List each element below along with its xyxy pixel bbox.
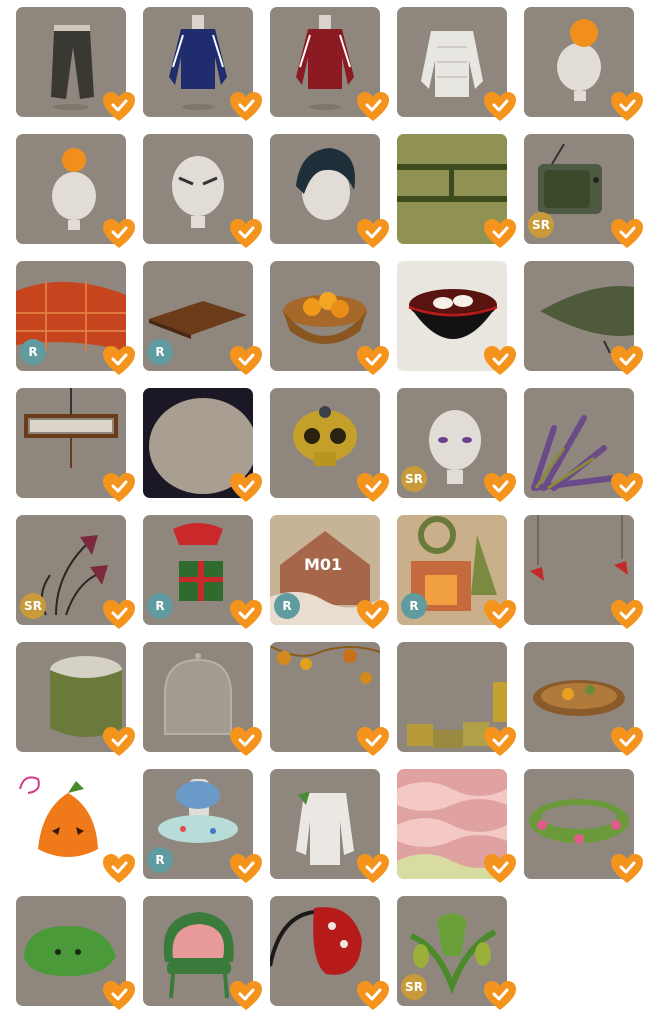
favorite-check-heart-icon[interactable] [102,91,136,123]
favorite-check-heart-icon[interactable] [102,726,136,758]
favorite-check-heart-icon[interactable] [356,472,390,504]
favorite-check-heart-icon[interactable] [356,726,390,758]
favorite-check-heart-icon[interactable] [483,91,517,123]
favorite-check-heart-icon[interactable] [229,218,263,250]
favorite-check-heart-icon[interactable] [610,599,644,631]
favorite-check-heart-icon[interactable] [483,726,517,758]
favorite-check-heart-icon[interactable] [483,345,517,377]
favorite-check-heart-icon[interactable] [610,472,644,504]
favorite-check-heart-icon[interactable] [229,91,263,123]
favorite-check-heart-icon[interactable] [356,91,390,123]
favorite-check-heart-icon[interactable] [102,345,136,377]
favorite-check-heart-icon[interactable] [229,980,263,1012]
background-code-label: M01 [304,555,343,574]
favorite-check-heart-icon[interactable] [356,980,390,1012]
favorite-check-heart-icon[interactable] [483,472,517,504]
favorite-check-heart-icon[interactable] [483,599,517,631]
rarity-badge: SR [401,974,427,1000]
favorite-check-heart-icon[interactable] [610,345,644,377]
rarity-badge: R [274,593,300,619]
favorite-check-heart-icon[interactable] [229,472,263,504]
rarity-badge: SR [401,466,427,492]
favorite-check-heart-icon[interactable] [356,853,390,885]
rarity-badge: R [147,593,173,619]
rarity-badge: SR [20,593,46,619]
favorite-check-heart-icon[interactable] [610,853,644,885]
favorite-check-heart-icon[interactable] [610,218,644,250]
favorite-check-heart-icon[interactable] [483,980,517,1012]
favorite-check-heart-icon[interactable] [102,218,136,250]
favorite-check-heart-icon[interactable] [229,726,263,758]
rarity-badge: SR [528,212,554,238]
favorite-check-heart-icon[interactable] [229,345,263,377]
rarity-badge: R [147,339,173,365]
favorite-check-heart-icon[interactable] [483,853,517,885]
rarity-badge: R [401,593,427,619]
favorite-check-heart-icon[interactable] [483,218,517,250]
favorite-check-heart-icon[interactable] [229,599,263,631]
favorite-check-heart-icon[interactable] [102,980,136,1012]
empty-slot [524,896,634,1006]
rarity-badge: R [147,847,173,873]
rarity-badge: R [20,339,46,365]
favorite-check-heart-icon[interactable] [229,853,263,885]
favorite-check-heart-icon[interactable] [356,599,390,631]
favorite-check-heart-icon[interactable] [356,345,390,377]
item-grid: SR R R SR SR R M01 R R R SR [0,0,653,1024]
favorite-check-heart-icon[interactable] [102,472,136,504]
favorite-check-heart-icon[interactable] [610,726,644,758]
favorite-check-heart-icon[interactable] [102,853,136,885]
favorite-check-heart-icon[interactable] [610,91,644,123]
favorite-check-heart-icon[interactable] [102,599,136,631]
favorite-check-heart-icon[interactable] [356,218,390,250]
